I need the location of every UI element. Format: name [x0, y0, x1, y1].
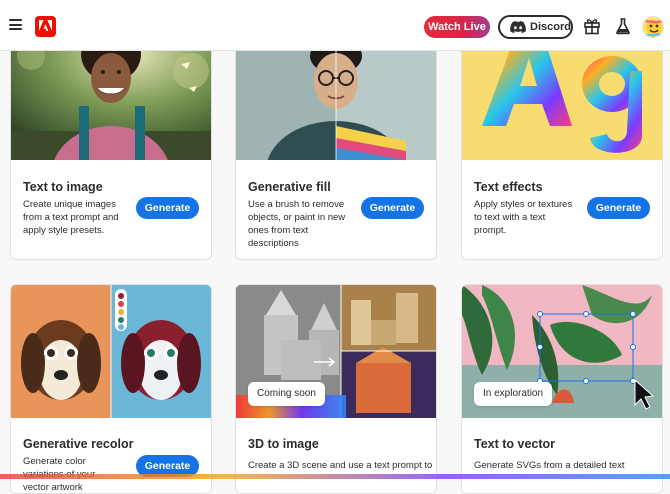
adobe-logo[interactable]	[35, 16, 56, 37]
card-text-to-vector[interactable]: In exploration Text to vector Generate S…	[461, 284, 663, 494]
generate-button[interactable]: Generate	[136, 197, 199, 219]
discord-label: Discord	[530, 21, 571, 33]
card-text-effects[interactable]: Text effects Apply styles or textures to…	[461, 25, 663, 260]
card-description: Create a 3D scene and use a text prompt …	[248, 460, 433, 471]
card-description: Use a brush to remove objects, or paint …	[248, 199, 346, 249]
card-description: Create unique images from a text prompt …	[23, 199, 119, 236]
status-badge: In exploration	[474, 382, 553, 406]
card-description: Apply styles or textures to text with a …	[474, 199, 573, 236]
avatar[interactable]	[642, 16, 664, 38]
card-description: Generate SVGs from a detailed text	[474, 460, 625, 471]
watch-live-button[interactable]: Watch Live	[424, 16, 490, 38]
card-title: Text to vector	[474, 437, 556, 451]
top-navigation-bar: Watch Live Discord	[0, 0, 670, 51]
flask-icon[interactable]	[614, 17, 632, 35]
card-generative-fill[interactable]: Generative fill Use a brush to remove ob…	[235, 25, 437, 260]
rainbow-strip	[0, 474, 670, 479]
generate-button[interactable]: Generate	[587, 197, 650, 219]
card-title: Generative recolor	[23, 437, 134, 451]
card-text-to-image[interactable]: Text to image Create unique images from …	[10, 25, 212, 260]
card-title: 3D to image	[248, 437, 319, 451]
status-badge: Coming soon	[248, 382, 325, 406]
discord-icon	[510, 21, 526, 33]
generate-button[interactable]: Generate	[361, 197, 424, 219]
card-title: Text to image	[23, 180, 103, 194]
card-image-generative-recolor	[11, 285, 211, 418]
menu-icon[interactable]	[9, 19, 22, 30]
card-3d-to-image[interactable]: Coming soon 3D to image Create a 3D scen…	[235, 284, 437, 494]
card-title: Generative fill	[248, 180, 331, 194]
card-generative-recolor[interactable]: Generative recolor Generate color variat…	[10, 284, 212, 494]
gift-icon[interactable]	[583, 17, 601, 35]
card-title: Text effects	[474, 180, 543, 194]
discord-button[interactable]: Discord	[498, 15, 573, 39]
